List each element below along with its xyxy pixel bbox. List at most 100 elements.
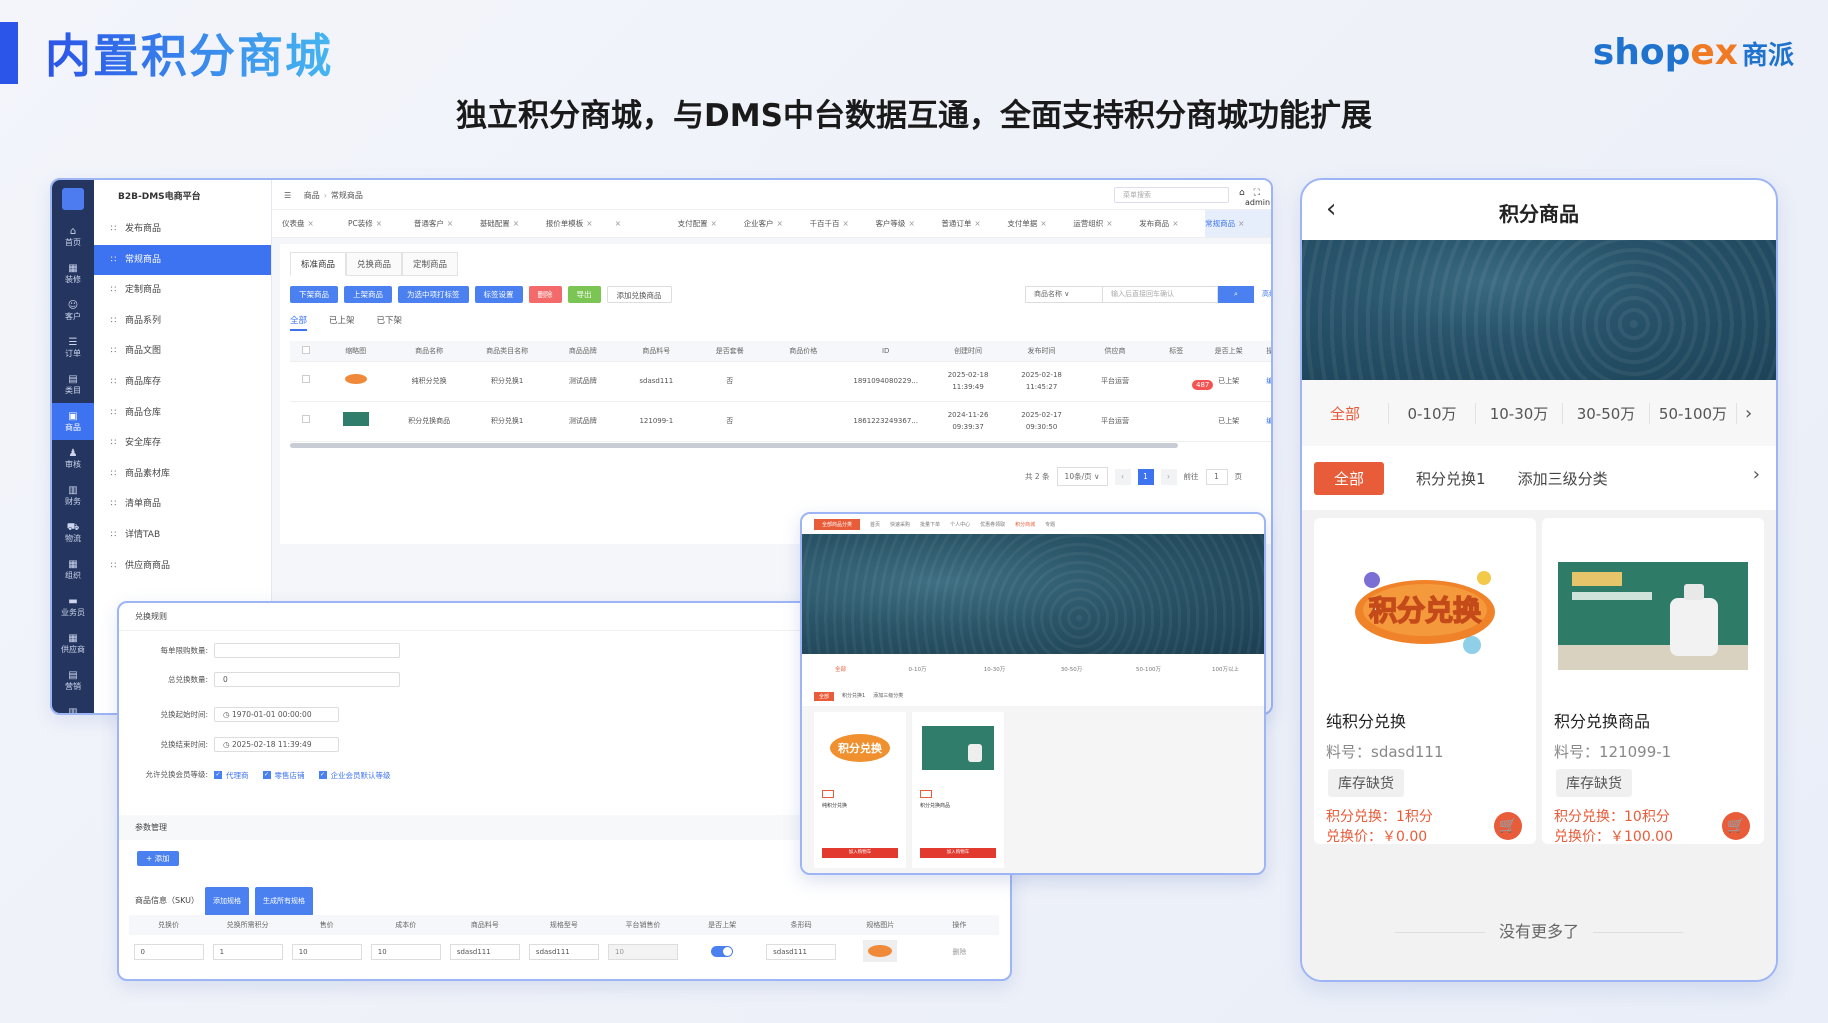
action-button[interactable]: 下架商品 [290, 286, 338, 303]
preview-tag-item[interactable]: 添加三级分类 [873, 692, 903, 701]
preview-range-item[interactable]: 30-50万 [1033, 665, 1110, 673]
fullscreen-icon[interactable]: ⛶ [1254, 188, 1260, 198]
tab-item[interactable]: 千百千百 × [810, 210, 876, 237]
category-item[interactable]: 全部 [1314, 461, 1385, 495]
row-checkbox[interactable] [301, 375, 310, 383]
breadcrumb-item[interactable]: 商品 [304, 191, 320, 200]
total-input[interactable]: 0 [214, 672, 400, 687]
cell-action[interactable]: 编辑 [1256, 401, 1271, 442]
close-icon[interactable]: × [1238, 219, 1244, 228]
preview-range-item[interactable]: 100万以上 [1187, 665, 1264, 673]
category-item[interactable]: 积分兑换1 [1416, 468, 1486, 489]
preview-nav-item[interactable]: 专题 [1045, 521, 1055, 528]
rail-item[interactable]: ▦ 装修 [52, 255, 94, 292]
tab-item[interactable]: 发布商品 × [1139, 210, 1205, 237]
close-icon[interactable]: × [711, 219, 717, 228]
filter-input[interactable]: 输入后直接回车确认 [1103, 286, 1218, 303]
member-level-checkbox[interactable]: ✓ 代理商 [214, 770, 249, 781]
page-size-select[interactable]: 10条/页 ∨ [1056, 467, 1108, 486]
points-range-item[interactable]: 全部 [1302, 402, 1389, 424]
side-menu-item[interactable]: ∷ 商品素材库 [94, 459, 271, 490]
product-card[interactable]: 积分兑换商品 料号：121099-1 库存缺货 积分兑换：10积分 兑换价：￥10… [1542, 518, 1764, 845]
onsale-toggle[interactable] [711, 945, 734, 957]
side-menu-item[interactable]: ∷ 商品文图 [94, 336, 271, 367]
preview-tag-item[interactable]: 积分兑换1 [842, 692, 865, 701]
rail-item[interactable]: ▥ 财务 [52, 477, 94, 514]
barcode-input[interactable]: sdasd111 [766, 944, 837, 960]
rail-item[interactable]: ▣ 商品 [52, 403, 94, 440]
points-range-item[interactable]: 10-30万 [1476, 402, 1563, 424]
points-range-item[interactable]: 50-100万 [1650, 402, 1737, 424]
cell-action-text[interactable]: 编辑 [1266, 417, 1271, 425]
filter-field-select[interactable]: 商品名称 ∨ [1025, 286, 1103, 303]
tab-item[interactable]: 客户等级 × [875, 210, 941, 237]
rail-item[interactable]: ☰ 订单 [52, 329, 94, 366]
model-input[interactable]: sdasd111 [528, 944, 599, 960]
tab-item[interactable]: 支付单据 × [1007, 210, 1073, 237]
goods-type-tab[interactable]: 兑换商品 [346, 252, 403, 276]
rail-item[interactable]: ▦ 组织 [52, 551, 94, 588]
points-input[interactable]: 1 [212, 944, 283, 960]
chevron-right-icon[interactable]: › [1745, 403, 1752, 424]
tab-item[interactable]: 仪表盘 × [282, 210, 348, 237]
tab-item[interactable]: 常规商品 × [1205, 210, 1271, 237]
tab-item[interactable]: 企业客户 × [744, 210, 810, 237]
action-button[interactable]: 删除 [528, 286, 562, 303]
action-button[interactable]: 为选中项打标签 [398, 286, 469, 303]
select-all-checkbox[interactable] [301, 345, 310, 354]
close-icon[interactable]: × [1040, 219, 1046, 228]
preview-nav-item[interactable]: 优惠券领取 [980, 521, 1005, 528]
side-menu-item[interactable]: ∷ 商品库存 [94, 367, 271, 398]
cell-action-text[interactable]: 编辑 [1266, 377, 1271, 385]
side-menu-item[interactable]: ∷ 商品仓库 [94, 398, 271, 429]
cart-icon[interactable]: 🛒 [1722, 812, 1750, 840]
rail-item[interactable]: ▤ 营销 [52, 662, 94, 699]
side-menu-item[interactable]: ∷ 清单商品 [94, 489, 271, 520]
home-icon[interactable]: ⌂ [1239, 188, 1245, 198]
goto-page-input[interactable]: 1 [1205, 468, 1228, 485]
add-spec-button[interactable]: 添加规格 [204, 887, 249, 916]
cart-icon[interactable]: 🛒 [1494, 812, 1522, 840]
preview-nav-item[interactable]: 批量下单 [920, 521, 940, 528]
preview-card[interactable]: 积分兑换商品 加入购物车 [912, 712, 1004, 868]
action-button[interactable]: 导出 [567, 286, 601, 303]
rail-item[interactable]: ▥报表 [52, 699, 94, 714]
close-icon[interactable]: × [513, 219, 519, 228]
close-icon[interactable]: × [1106, 219, 1112, 228]
page-number[interactable]: 1 [1137, 468, 1154, 485]
member-level-checkbox[interactable]: ✓ 零售店铺 [262, 770, 305, 781]
preview-nav-item[interactable]: 全部商品分类 [814, 518, 861, 530]
preview-nav-item[interactable]: 首页 [870, 521, 880, 528]
member-level-checkbox[interactable]: ✓ 企业会员默认等级 [318, 770, 391, 781]
preview-card[interactable]: 积分兑换 纯积分兑换 加入购物车 [814, 712, 906, 868]
close-icon[interactable]: × [376, 219, 382, 228]
close-icon[interactable]: × [908, 219, 914, 228]
side-menu-item[interactable]: ∷ 安全库存 [94, 428, 271, 459]
menu-toggle-icon[interactable]: ☰ [284, 191, 291, 200]
rail-item[interactable]: ▤ 类目 [52, 366, 94, 403]
tab-item[interactable]: PC装修 × [348, 210, 414, 237]
rail-item[interactable]: ▦ 供应商 [52, 625, 94, 662]
close-icon[interactable]: × [1172, 219, 1178, 228]
row-checkbox[interactable] [301, 415, 310, 423]
rail-item[interactable]: ♟ 审核 [52, 440, 94, 477]
tab-item[interactable]: 基础配置 × [480, 210, 546, 237]
end-time-input[interactable]: ◷ 2025-02-18 11:39:49 [214, 737, 339, 752]
horizontal-scrollbar[interactable] [290, 443, 1178, 448]
add-param-button[interactable]: + 添加 [137, 851, 179, 866]
price-input[interactable]: 0 [133, 944, 204, 960]
user-menu[interactable]: admin [1245, 198, 1270, 207]
generate-spec-button[interactable]: 生成所有规格 [254, 887, 313, 916]
cell-action[interactable]: 编辑 [1256, 361, 1271, 402]
preview-nav-item[interactable]: 快速采购 [890, 521, 910, 528]
close-icon[interactable]: × [777, 219, 783, 228]
tab-item[interactable]: × [612, 210, 678, 237]
status-tab[interactable]: 已下架 [377, 314, 403, 331]
product-card[interactable]: 积分兑换 纯积分兑换 料号：sdasd111 库存缺货 积分兑换：1积分 兑换价：… [1314, 518, 1536, 845]
prev-page-button[interactable]: ‹ [1114, 468, 1131, 485]
search-button[interactable]: ⌕ [1218, 286, 1254, 303]
side-menu-item[interactable]: ∷ 供应商商品 [94, 551, 271, 582]
add-to-cart-button[interactable]: 加入购物车 [822, 848, 898, 858]
preview-range-item[interactable]: 50-100万 [1110, 665, 1187, 673]
preview-nav-item[interactable]: 积分商城 [1015, 521, 1035, 528]
